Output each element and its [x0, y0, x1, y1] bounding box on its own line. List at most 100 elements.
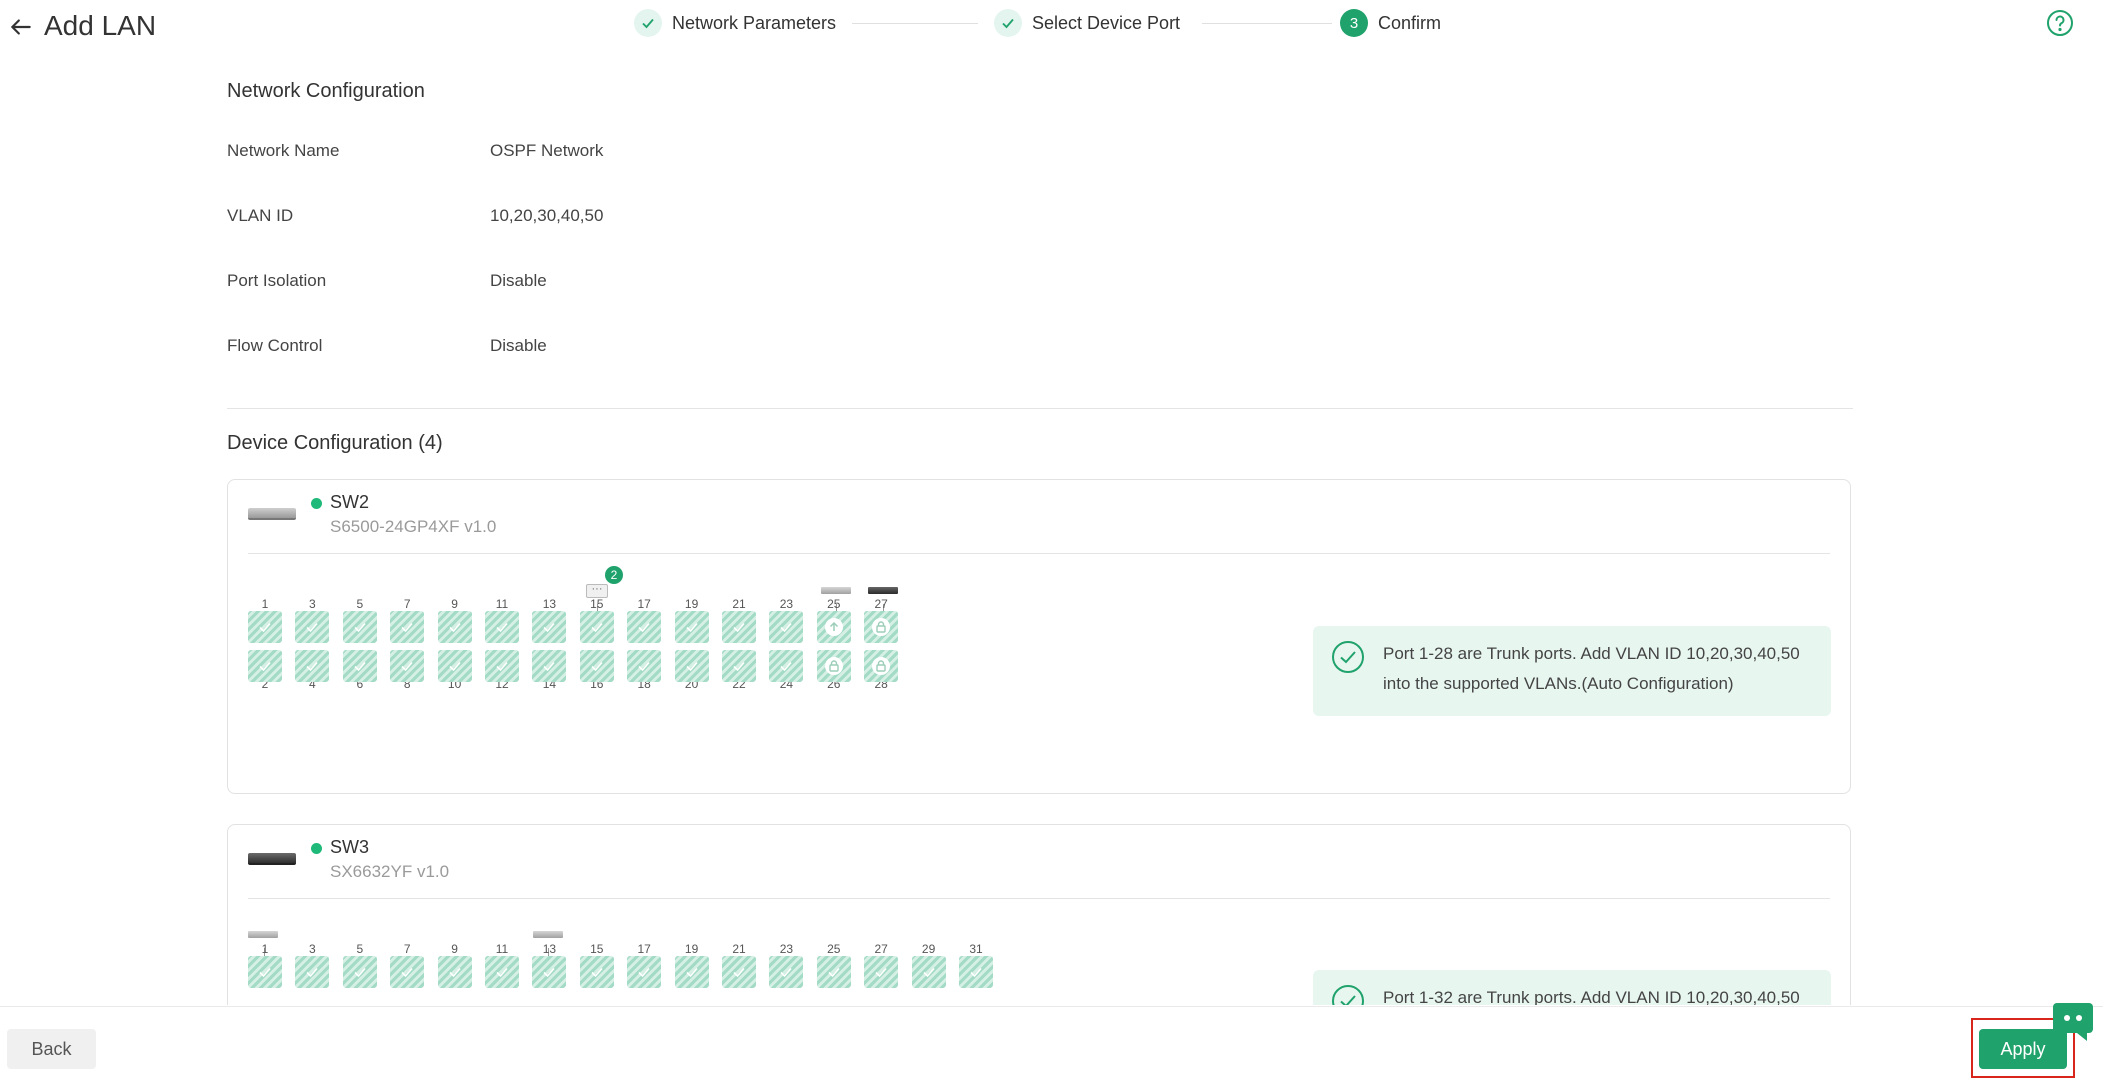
port-check-icon	[591, 622, 603, 633]
port-21[interactable]	[722, 611, 756, 643]
port-check-icon	[401, 967, 413, 978]
port-number: 19	[684, 597, 699, 611]
port-check-icon	[401, 661, 413, 672]
port-23[interactable]	[769, 611, 804, 643]
port-11[interactable]	[485, 956, 519, 988]
port-5[interactable]	[342, 611, 377, 643]
port-7[interactable]	[390, 611, 425, 643]
port-25[interactable]	[816, 956, 851, 988]
port-check-icon	[306, 622, 318, 633]
device-model: SX6632YF v1.0	[330, 862, 450, 881]
port-4[interactable]	[295, 650, 330, 682]
port-15[interactable]	[579, 956, 614, 988]
port-21[interactable]	[722, 956, 756, 988]
port-20[interactable]	[674, 650, 709, 682]
port-lock-icon	[824, 657, 843, 675]
port-16[interactable]	[579, 650, 614, 682]
port-15[interactable]	[579, 611, 614, 643]
port-27[interactable]	[864, 956, 899, 988]
port-number: 23	[779, 942, 794, 956]
port-check-icon	[496, 661, 508, 672]
port-1[interactable]	[248, 611, 282, 643]
linked-switch-icon[interactable]	[248, 931, 278, 938]
port-18[interactable]	[627, 650, 662, 682]
port-check-icon	[733, 967, 745, 978]
port-17[interactable]	[627, 956, 662, 988]
switch-image	[248, 508, 296, 520]
port-22[interactable]	[722, 650, 756, 682]
port-23[interactable]	[769, 956, 804, 988]
switch-image	[248, 853, 296, 865]
port-29[interactable]	[911, 956, 946, 988]
port-10[interactable]	[437, 650, 472, 682]
port-check-icon	[733, 661, 745, 672]
port-number: 27	[874, 942, 888, 956]
port-6[interactable]	[342, 650, 377, 682]
port-1[interactable]	[248, 956, 282, 988]
content-area: Network Configuration Network Name OSPF …	[227, 60, 1853, 1005]
port-number: 13	[542, 597, 557, 611]
port-24[interactable]	[769, 650, 804, 682]
port-3[interactable]	[295, 611, 330, 643]
back-arrow-icon[interactable]	[8, 14, 34, 40]
port-check-icon	[449, 967, 461, 978]
port-13[interactable]	[532, 956, 567, 988]
port-check-icon	[828, 967, 840, 978]
linked-switch-icon[interactable]	[821, 587, 851, 594]
more-devices-icon[interactable]: ···	[586, 584, 608, 598]
port-9[interactable]	[437, 611, 472, 643]
port-check-icon	[780, 622, 792, 633]
port-13[interactable]	[532, 611, 567, 643]
linked-switch-icon[interactable]	[868, 587, 898, 594]
port-number: 7	[403, 597, 411, 611]
port-11[interactable]	[485, 611, 519, 643]
port-27[interactable]	[864, 611, 899, 643]
port-check-icon	[449, 622, 461, 633]
port-25[interactable]	[816, 611, 851, 643]
vlan-id-label: VLAN ID	[227, 206, 294, 225]
port-check-icon	[259, 622, 271, 633]
flow-control-value: Disable	[490, 336, 547, 355]
page-header: Add LAN Network Parameters Select Device…	[0, 0, 2103, 52]
port-2[interactable]	[248, 650, 282, 682]
port-12[interactable]	[485, 650, 519, 682]
port-7[interactable]	[390, 956, 425, 988]
port-number: 17	[637, 942, 651, 956]
port-number: 23	[779, 597, 794, 611]
port-9[interactable]	[437, 956, 472, 988]
port-28[interactable]	[864, 650, 899, 682]
card-divider	[248, 898, 1830, 899]
port-3[interactable]	[295, 956, 330, 988]
status-online-dot	[311, 498, 322, 509]
linked-switch-icon[interactable]	[533, 931, 563, 938]
port-8[interactable]	[390, 650, 425, 682]
port-5[interactable]	[342, 956, 377, 988]
port-isolation-label: Port Isolation	[227, 271, 327, 290]
port-number: 5	[356, 597, 364, 611]
chat-icon[interactable]	[2051, 1001, 2095, 1041]
port-number: 25	[827, 942, 841, 956]
port-19[interactable]	[674, 611, 709, 643]
port-check-icon	[543, 622, 555, 633]
port-26[interactable]	[816, 650, 851, 682]
device-name: SW3	[330, 837, 370, 857]
port-number: 19	[684, 942, 699, 956]
help-icon[interactable]	[2046, 9, 2074, 37]
port-31[interactable]	[959, 956, 993, 988]
info-box: Port 1-32 are Trunk ports. Add VLAN ID 1…	[1313, 970, 1831, 1005]
port-14[interactable]	[532, 650, 567, 682]
port-check-icon	[306, 967, 318, 978]
port-check-icon	[543, 967, 555, 978]
card-divider	[248, 553, 1830, 554]
port-17[interactable]	[627, 611, 662, 643]
port-number: 5	[356, 942, 364, 956]
port-number: 13	[542, 942, 557, 956]
port-19[interactable]	[674, 956, 709, 988]
step-label: Select Device Port	[1032, 12, 1181, 33]
network-name-value: OSPF Network	[490, 141, 604, 160]
back-button[interactable]: Back	[7, 1029, 96, 1069]
port-check-icon	[686, 967, 698, 978]
uplink-arrow-icon	[824, 618, 843, 636]
info-text: Port 1-32 are Trunk ports. Add VLAN ID 1…	[1383, 988, 1800, 1005]
port-check-icon	[733, 622, 745, 633]
